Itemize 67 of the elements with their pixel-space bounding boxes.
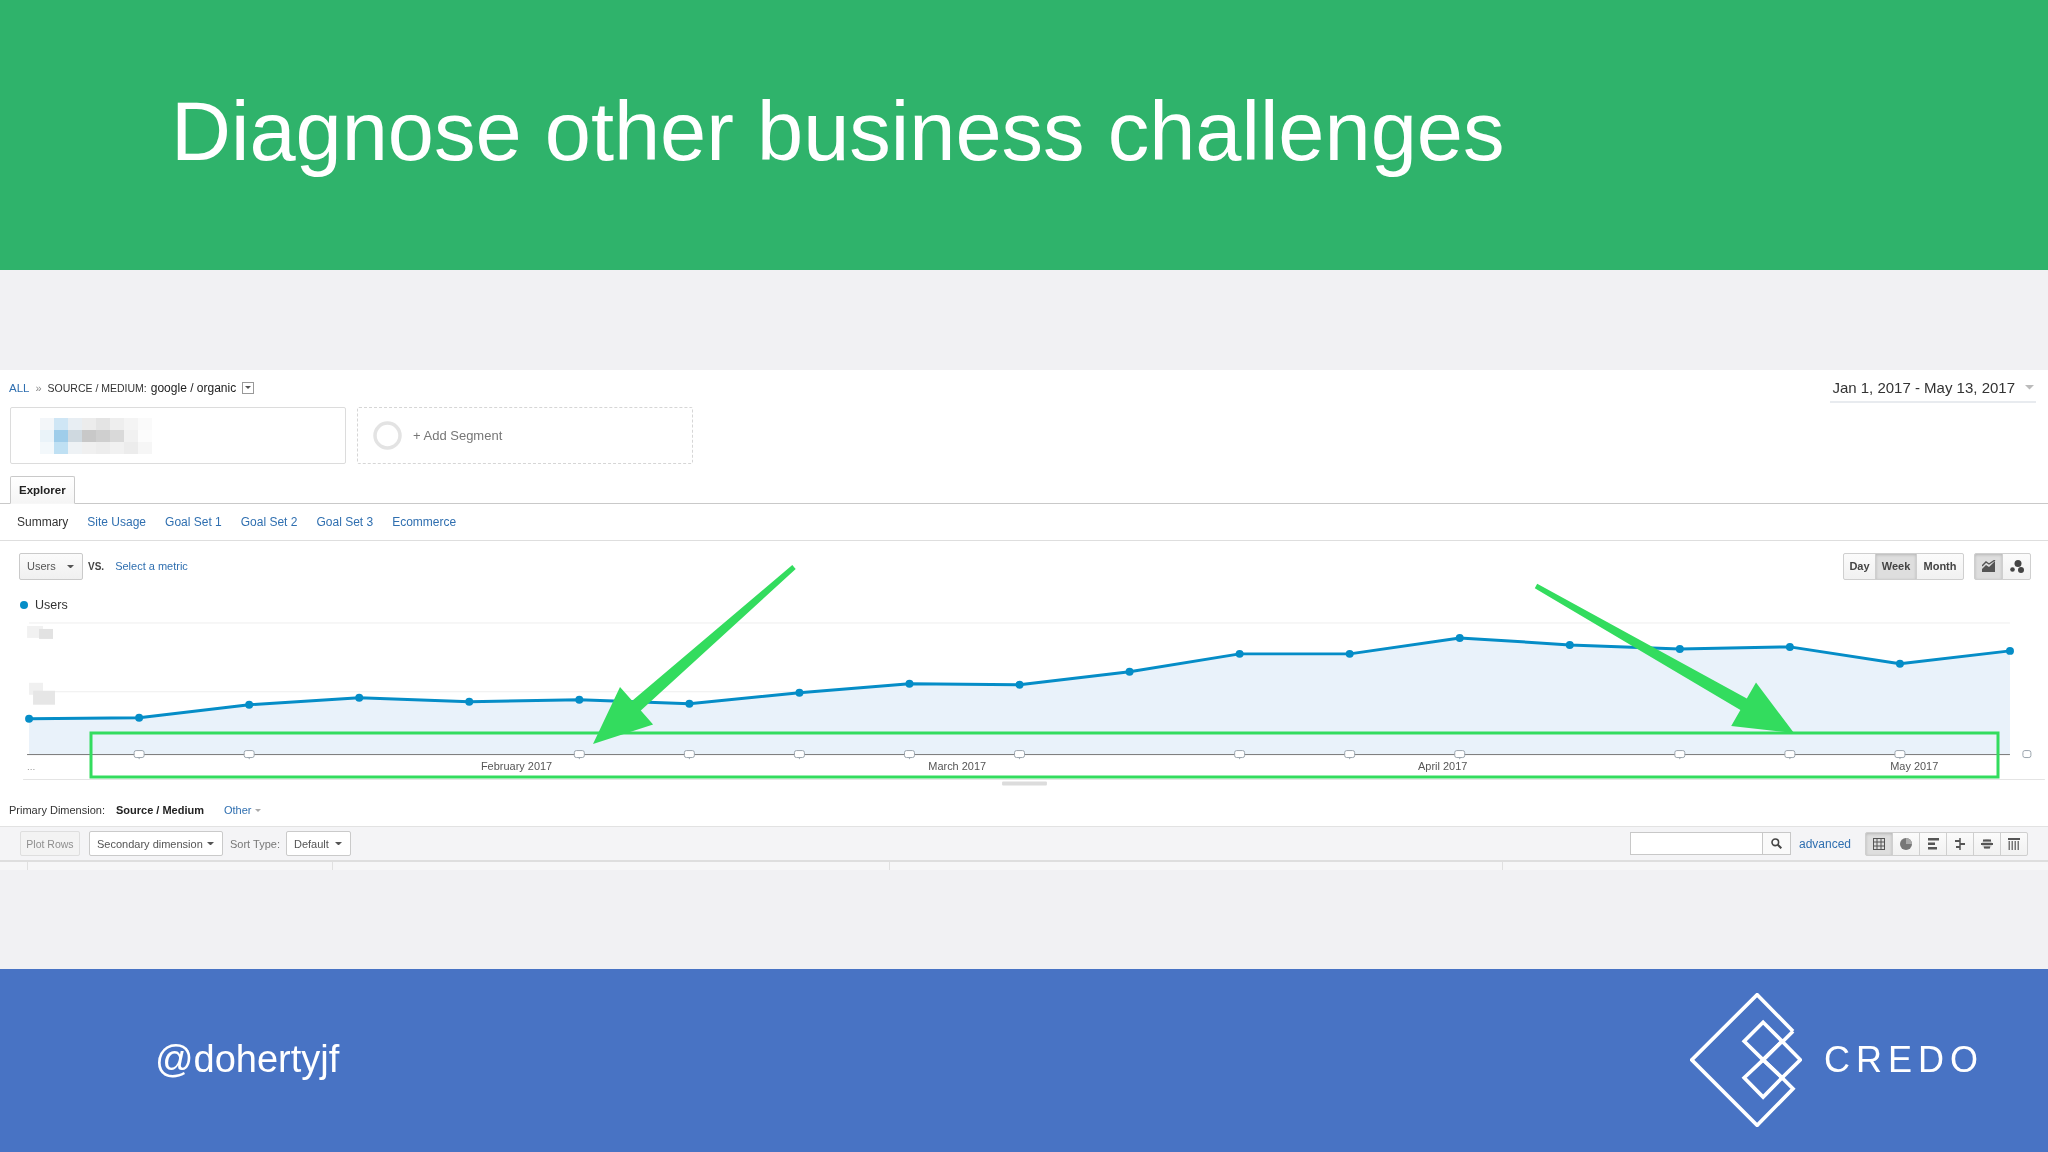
- axis-label: April 2017: [1418, 759, 1468, 772]
- breadcrumb-value: google / organic: [150, 380, 237, 395]
- select-metric-link[interactable]: Select a metric: [115, 560, 188, 573]
- view-button[interactable]: [1946, 831, 1974, 856]
- scatter-dots-icon: [2009, 559, 2024, 573]
- view-button[interactable]: [1919, 831, 1947, 856]
- breadcrumb-field: SOURCE / MEDIUM:: [47, 381, 147, 394]
- interval-button[interactable]: Month: [1916, 552, 1964, 580]
- grid-icon: [1873, 837, 1885, 850]
- advanced-link[interactable]: advanced: [1798, 836, 1851, 851]
- diamond-logo-icon: [1690, 992, 1802, 1127]
- stacked-lines-icon: [1981, 837, 1993, 850]
- secondary-dimension-dropdown[interactable]: Secondary dimension: [89, 831, 223, 857]
- other-dimension-link[interactable]: Other: [224, 804, 261, 817]
- view-button[interactable]: [1865, 831, 1893, 856]
- caret-icon: [2025, 385, 2034, 390]
- interval-button[interactable]: Week: [1875, 552, 1917, 580]
- line-chart-icon: [1981, 560, 1996, 573]
- search-field[interactable]: [1629, 832, 1762, 856]
- dimension-label: Primary Dimension:: [9, 804, 105, 817]
- caret-icon: [67, 564, 74, 568]
- subtab[interactable]: Site Usage: [83, 514, 151, 529]
- ellipsis-label: ...: [27, 760, 36, 772]
- search-button[interactable]: [1761, 832, 1791, 856]
- subtab[interactable]: Goal Set 1: [161, 514, 226, 529]
- view-button[interactable]: [2000, 831, 2028, 856]
- sort-type-label: Sort Type:: [230, 837, 280, 850]
- breadcrumb-link[interactable]: ALL: [9, 381, 30, 394]
- ring-icon: [373, 421, 402, 450]
- comparison-bars-icon: [1954, 837, 1966, 850]
- breadcrumb-dropdown[interactable]: [242, 381, 255, 394]
- legend-label: Users: [35, 597, 68, 612]
- breadcrumb-separator: »: [35, 381, 42, 394]
- author-handle: @dohertyjf: [155, 1038, 340, 1081]
- vs-label: VS.: [88, 560, 105, 572]
- metric-dropdown[interactable]: Users: [19, 552, 83, 580]
- search-icon: [1770, 838, 1782, 850]
- axis-label: March 2017: [928, 759, 987, 772]
- axis-label: May 2017: [1890, 759, 1939, 772]
- subtab[interactable]: Ecommerce: [388, 514, 461, 529]
- slide-title: Diagnose other business challenges: [171, 84, 1505, 180]
- segment-card[interactable]: [10, 407, 346, 464]
- view-button[interactable]: [1892, 831, 1920, 856]
- tab[interactable]: Explorer: [10, 475, 75, 504]
- annotation-marker-icon[interactable]: [2022, 749, 2032, 758]
- axis-label: February 2017: [480, 759, 553, 772]
- brand-name: CREDO: [1824, 1038, 1984, 1081]
- dotted-columns-icon: [2008, 837, 2020, 850]
- caret-icon: [334, 841, 342, 846]
- subtab[interactable]: Goal Set 3: [312, 514, 378, 529]
- subtab[interactable]: Goal Set 2: [236, 514, 302, 529]
- chart-type-button[interactable]: [1974, 552, 2003, 580]
- resize-handle[interactable]: [1002, 781, 1047, 786]
- caret-icon: [207, 841, 214, 846]
- pie-chart-icon: [1900, 837, 1912, 850]
- subtab[interactable]: Summary: [13, 514, 73, 529]
- interval-button[interactable]: Day: [1843, 552, 1876, 580]
- horizontal-bars-icon: [1927, 837, 1939, 850]
- chart-type-button[interactable]: [2002, 552, 2031, 580]
- date-range-selector[interactable]: Jan 1, 2017 - May 13, 2017: [1830, 379, 2036, 403]
- view-button[interactable]: [1973, 831, 2001, 856]
- caret-icon: [245, 386, 252, 389]
- add-segment-button[interactable]: + Add Segment: [357, 407, 693, 464]
- sort-type-dropdown[interactable]: Default: [285, 831, 351, 857]
- caret-icon: [254, 808, 261, 812]
- legend-dot-icon: [20, 600, 28, 609]
- dimension-value: Source / Medium: [115, 804, 204, 817]
